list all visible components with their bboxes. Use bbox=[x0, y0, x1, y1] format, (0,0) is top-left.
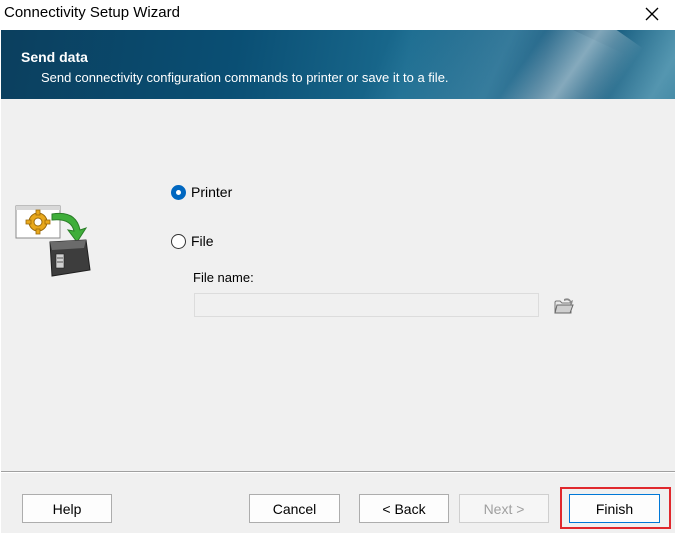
wizard-header-banner: Send data Send connectivity configuratio… bbox=[1, 30, 675, 99]
printer-radio-label: Printer bbox=[191, 184, 233, 200]
close-button[interactable] bbox=[635, 1, 669, 27]
printer-radio[interactable] bbox=[171, 184, 186, 200]
open-folder-icon bbox=[554, 298, 574, 314]
file-radio-option[interactable]: File bbox=[171, 233, 214, 249]
back-button[interactable]: < Back bbox=[359, 494, 449, 523]
content-panel bbox=[1, 99, 675, 471]
close-icon bbox=[645, 7, 659, 21]
header-subtitle: Send connectivity configuration commands… bbox=[41, 70, 449, 85]
printer-radio-option[interactable]: Printer bbox=[171, 184, 232, 200]
file-name-input[interactable] bbox=[194, 293, 539, 317]
title-bar: Connectivity Setup Wizard bbox=[0, 0, 675, 28]
help-button[interactable]: Help bbox=[22, 494, 112, 523]
cancel-button[interactable]: Cancel bbox=[249, 494, 340, 523]
file-radio-label: File bbox=[191, 233, 214, 249]
finish-highlight-box bbox=[560, 487, 671, 529]
settings-to-printer-icon bbox=[15, 205, 91, 277]
file-radio[interactable] bbox=[171, 233, 186, 249]
next-button[interactable]: Next > bbox=[459, 494, 549, 523]
browse-button[interactable] bbox=[551, 293, 577, 319]
file-name-label: File name: bbox=[193, 270, 254, 285]
window-title: Connectivity Setup Wizard bbox=[4, 4, 180, 21]
send-to-printer-illustration bbox=[14, 200, 98, 284]
header-title: Send data bbox=[21, 49, 88, 65]
